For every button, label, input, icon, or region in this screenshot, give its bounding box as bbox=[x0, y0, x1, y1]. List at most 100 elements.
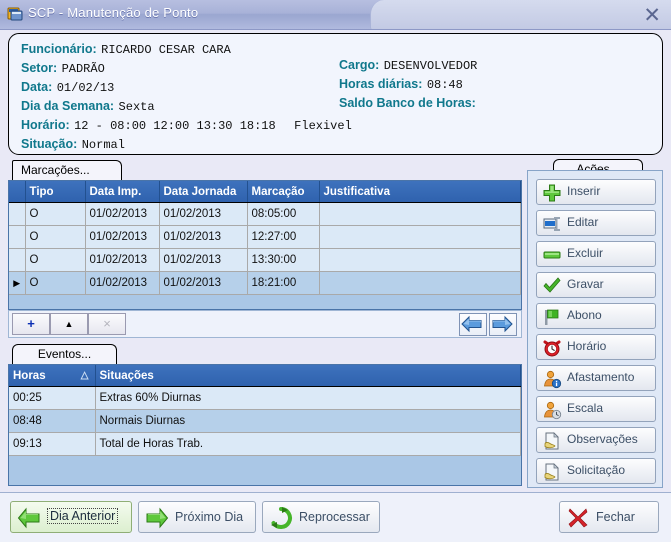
navigator-insert-button[interactable]: + bbox=[12, 313, 50, 335]
application-window: SCP - Manutenção de Ponto ✕ Funcionário:… bbox=[0, 0, 671, 541]
reprocess-label: Reprocessar bbox=[299, 510, 370, 524]
list-item[interactable]: 09:13 Total de Horas Trab. bbox=[9, 433, 521, 456]
action-button-inserir[interactable]: Inserir bbox=[536, 179, 656, 205]
column-header-justificativa[interactable]: Justificativa bbox=[319, 181, 521, 203]
next-day-button[interactable]: Próximo Dia bbox=[138, 501, 256, 533]
reprocess-button[interactable]: Reprocessar bbox=[262, 501, 380, 533]
cell-marcacao[interactable]: 13:30:00 bbox=[247, 249, 319, 272]
action-button-excluir[interactable]: Excluir bbox=[536, 241, 656, 267]
action-button-gravar[interactable]: Gravar bbox=[536, 272, 656, 298]
cell-justificativa[interactable] bbox=[319, 272, 521, 295]
action-button-afastamento[interactable]: Afastamento bbox=[536, 365, 656, 391]
column-header-horas[interactable]: Horas △ bbox=[9, 365, 95, 387]
horas-diarias-row: Horas diárias: 08:48 bbox=[339, 75, 463, 93]
table-row[interactable]: O 01/02/2013 01/02/2013 08:05:00 bbox=[9, 203, 521, 226]
cell-data-jornada[interactable]: 01/02/2013 bbox=[159, 249, 247, 272]
cell-justificativa[interactable] bbox=[319, 226, 521, 249]
column-header-data-imp[interactable]: Data Imp. bbox=[85, 181, 159, 203]
cell-situacoes[interactable]: Extras 60% Diurnas bbox=[95, 387, 521, 410]
cell-marcacao[interactable]: 08:05:00 bbox=[247, 203, 319, 226]
horario-value: 12 - 08:00 12:00 13:30 18:18 bbox=[74, 119, 276, 133]
title-bar: SCP - Manutenção de Ponto ✕ bbox=[0, 0, 671, 30]
table-row[interactable]: O 01/02/2013 01/02/2013 12:27:00 bbox=[9, 226, 521, 249]
navigator-post-button[interactable]: ▲ bbox=[50, 313, 88, 335]
column-header-marcacao[interactable]: Marcação bbox=[247, 181, 319, 203]
cell-tipo[interactable]: O bbox=[25, 249, 85, 272]
previous-record-button[interactable] bbox=[459, 313, 487, 336]
cell-justificativa[interactable] bbox=[319, 249, 521, 272]
arrow-right-icon bbox=[490, 314, 514, 334]
cargo-row: Cargo: DESENVOLVEDOR bbox=[339, 56, 477, 74]
tab-marcacoes[interactable]: Marcações... bbox=[12, 160, 122, 180]
row-indicator: ▶ bbox=[9, 272, 25, 295]
cell-tipo[interactable]: O bbox=[25, 272, 85, 295]
tab-eventos[interactable]: Eventos... bbox=[12, 344, 117, 364]
action-button-horario[interactable]: Horário bbox=[536, 334, 656, 360]
next-record-button[interactable] bbox=[489, 313, 517, 336]
edit-window-icon bbox=[542, 214, 562, 234]
cell-tipo[interactable]: O bbox=[25, 203, 85, 226]
cell-horas[interactable]: 00:25 bbox=[9, 387, 95, 410]
action-label: Gravar bbox=[567, 277, 604, 291]
action-label: Inserir bbox=[567, 184, 600, 198]
data-row: Data: 01/02/13 bbox=[21, 78, 114, 96]
cell-data-jornada[interactable]: 01/02/2013 bbox=[159, 226, 247, 249]
close-button[interactable]: Fechar bbox=[559, 501, 659, 533]
column-header-horas-label: Horas bbox=[13, 370, 46, 382]
green-flag-icon bbox=[542, 307, 562, 327]
cell-horas[interactable]: 08:48 bbox=[9, 410, 95, 433]
cell-data-jornada[interactable]: 01/02/2013 bbox=[159, 203, 247, 226]
action-label: Excluir bbox=[567, 246, 603, 260]
cell-data-imp[interactable]: 01/02/2013 bbox=[85, 226, 159, 249]
navigator-delete-button[interactable]: × bbox=[88, 313, 126, 335]
list-item[interactable]: 00:25 Extras 60% Diurnas bbox=[9, 387, 521, 410]
situacao-value: Normal bbox=[82, 138, 125, 152]
cell-marcacao[interactable]: 18:21:00 bbox=[247, 272, 319, 295]
action-button-editar[interactable]: Editar bbox=[536, 210, 656, 236]
bottom-toolbar: Dia Anterior Próximo Dia Reprocessar Fec… bbox=[0, 492, 671, 542]
previous-day-label: Dia Anterior bbox=[47, 508, 118, 524]
cell-situacoes[interactable]: Normais Diurnas bbox=[95, 410, 521, 433]
cell-tipo[interactable]: O bbox=[25, 226, 85, 249]
close-label: Fechar bbox=[596, 510, 635, 524]
action-button-escala[interactable]: Escala bbox=[536, 396, 656, 422]
app-window-icon bbox=[7, 6, 23, 22]
cell-data-imp[interactable]: 01/02/2013 bbox=[85, 249, 159, 272]
horario-extra: Flexivel bbox=[294, 119, 352, 133]
next-day-label: Próximo Dia bbox=[175, 510, 243, 524]
row-indicator bbox=[9, 226, 25, 249]
previous-day-button[interactable]: Dia Anterior bbox=[10, 501, 132, 533]
document-note-icon bbox=[542, 431, 562, 451]
arrow-left-icon bbox=[460, 314, 484, 334]
action-button-abono[interactable]: Abono bbox=[536, 303, 656, 329]
table-row-selected[interactable]: ▶ O 01/02/2013 01/02/2013 18:21:00 bbox=[9, 272, 521, 295]
cell-marcacao[interactable]: 12:27:00 bbox=[247, 226, 319, 249]
red-x-icon bbox=[566, 506, 590, 530]
sort-ascending-icon: △ bbox=[81, 370, 89, 381]
cell-data-imp[interactable]: 01/02/2013 bbox=[85, 272, 159, 295]
table-header-row: Tipo Data Imp. Data Jornada Marcação Jus… bbox=[9, 181, 521, 203]
horas-diarias-label: Horas diárias: bbox=[339, 77, 422, 91]
column-header-tipo[interactable]: Tipo bbox=[25, 181, 85, 203]
cell-situacoes[interactable]: Total de Horas Trab. bbox=[95, 433, 521, 456]
cargo-value: DESENVOLVEDOR bbox=[384, 59, 478, 73]
action-label: Observações bbox=[567, 432, 638, 446]
cell-data-jornada[interactable]: 01/02/2013 bbox=[159, 272, 247, 295]
column-header-data-jornada[interactable]: Data Jornada bbox=[159, 181, 247, 203]
horario-label: Horário: bbox=[21, 118, 70, 132]
list-item-selected[interactable]: 08:48 Normais Diurnas bbox=[9, 410, 521, 433]
column-header-situacoes[interactable]: Situações bbox=[95, 365, 521, 387]
setor-label: Setor: bbox=[21, 61, 57, 75]
cell-horas[interactable]: 09:13 bbox=[9, 433, 95, 456]
data-label: Data: bbox=[21, 80, 52, 94]
action-button-solicitacao[interactable]: Solicitação bbox=[536, 458, 656, 484]
eventos-grid[interactable]: Horas △ Situações 00:25 Extras 60% Diurn… bbox=[8, 364, 522, 486]
action-button-observacoes[interactable]: Observações bbox=[536, 427, 656, 453]
cell-data-imp[interactable]: 01/02/2013 bbox=[85, 203, 159, 226]
marcacoes-table: Tipo Data Imp. Data Jornada Marcação Jus… bbox=[9, 181, 521, 295]
marcacoes-body: O 01/02/2013 01/02/2013 08:05:00 O 01/02… bbox=[9, 203, 521, 295]
close-icon[interactable]: ✕ bbox=[643, 2, 661, 28]
cell-justificativa[interactable] bbox=[319, 203, 521, 226]
table-row[interactable]: O 01/02/2013 01/02/2013 13:30:00 bbox=[9, 249, 521, 272]
marcacoes-grid[interactable]: Tipo Data Imp. Data Jornada Marcação Jus… bbox=[8, 180, 522, 310]
